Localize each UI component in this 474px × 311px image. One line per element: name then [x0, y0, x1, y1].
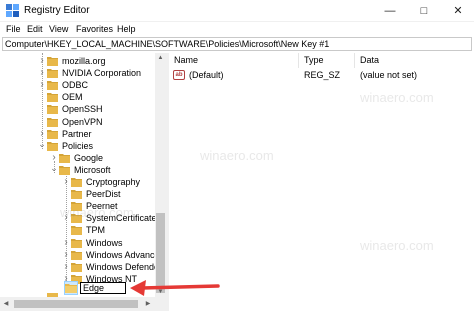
scroll-left-icon[interactable]: ◀	[0, 297, 12, 311]
folder-icon	[47, 69, 58, 79]
key-tree[interactable]: › mozilla.org › NVIDIA Corporation › ODBC OEM O…	[0, 53, 166, 311]
tree-item-label: Windows	[86, 237, 123, 248]
chevron-right-icon[interactable]: ›	[38, 67, 46, 79]
tree-horizontal-scrollbar[interactable]: ◀ ▶	[0, 297, 166, 311]
folder-icon	[59, 165, 70, 175]
folder-icon	[47, 117, 58, 127]
folder-icon	[47, 129, 58, 139]
value-name: (Default)	[189, 70, 224, 80]
column-header-name[interactable]: Name	[169, 53, 299, 68]
folder-icon	[71, 250, 82, 260]
value-type: REG_SZ	[304, 70, 341, 80]
folder-icon	[47, 81, 58, 91]
tree-item-label: Partner	[62, 128, 92, 139]
tree-item-label: Policies	[62, 140, 94, 151]
chevron-right-icon[interactable]: ›	[38, 55, 46, 67]
maximize-button[interactable]: □	[408, 0, 440, 22]
tree-item-label: Google	[74, 152, 104, 163]
menu-file[interactable]: File	[6, 24, 21, 34]
folder-icon	[71, 262, 82, 272]
folder-icon	[47, 141, 58, 151]
menu-bar: File Edit View Favorites Help	[0, 22, 474, 36]
watermark: winaero.com	[200, 148, 274, 163]
ab-string-icon: ab	[173, 70, 185, 80]
value-data: (value not set)	[360, 70, 418, 80]
tree-item-label: OEM	[62, 92, 83, 103]
close-button[interactable]: ✕	[442, 0, 474, 22]
tree-item-label: ODBC	[62, 80, 89, 91]
new-key-folder-icon	[64, 281, 78, 295]
minimize-button[interactable]: —	[374, 0, 406, 22]
folder-icon	[47, 93, 58, 103]
chevron-right-icon[interactable]: ›	[38, 128, 46, 140]
tree-item-label: OpenVPN	[62, 116, 103, 127]
chevron-right-icon[interactable]: ›	[62, 249, 70, 261]
chevron-right-icon[interactable]: ›	[38, 79, 46, 91]
watermark: winaero.com	[360, 238, 434, 253]
title-bar: Registry Editor — □ ✕	[0, 0, 474, 22]
column-header-data[interactable]: Data	[355, 53, 474, 68]
scroll-right-icon[interactable]: ▶	[142, 297, 154, 311]
scroll-up-icon[interactable]: ▲	[155, 53, 166, 63]
folder-icon	[71, 190, 82, 200]
window-title: Registry Editor	[24, 5, 90, 16]
rename-key-input[interactable]: Edge	[80, 282, 126, 294]
tree-item-label: NVIDIA Corporation	[62, 68, 142, 79]
annotation-arrow-icon	[130, 280, 220, 296]
address-bar[interactable]: Computer\HKEY_LOCAL_MACHINE\SOFTWARE\Pol…	[2, 37, 472, 51]
folder-icon	[47, 105, 58, 115]
tree-vertical-scrollbar[interactable]: ▲ ▼	[155, 53, 166, 297]
tree-horizontal-scroll-thumb[interactable]	[14, 300, 138, 308]
chevron-right-icon[interactable]: ›	[62, 261, 70, 273]
watermark: winaero.com	[360, 90, 434, 105]
tree-item-label: Microsoft	[74, 164, 111, 175]
tree-item-label: Cryptography	[86, 177, 141, 187]
column-header-type[interactable]: Type	[299, 53, 355, 68]
registry-editor-icon	[6, 4, 19, 17]
tree-item-label: Windows Advanced	[86, 249, 165, 260]
tree-item-label: mozilla.org	[62, 56, 106, 66]
tree-item-label: PeerDist	[86, 189, 121, 200]
folder-icon	[59, 153, 70, 163]
tree-item-label: TPM	[86, 225, 105, 236]
folder-icon	[71, 226, 82, 236]
chevron-right-icon[interactable]: ›	[50, 152, 58, 164]
watermark: winaero.com	[60, 205, 134, 220]
folder-icon	[71, 178, 82, 187]
value-row[interactable]: ab (Default) REG_SZ (value not set)	[169, 69, 474, 81]
folder-icon	[47, 57, 58, 66]
tree-item-label: Windows Defender	[86, 261, 163, 272]
folder-icon	[71, 238, 82, 248]
menu-edit[interactable]: Edit	[27, 24, 43, 34]
chevron-down-icon[interactable]: ⌄	[38, 139, 46, 152]
chevron-right-icon[interactable]: ›	[62, 176, 70, 188]
menu-favorites[interactable]: Favorites	[76, 24, 113, 34]
menu-view[interactable]: View	[49, 24, 68, 34]
chevron-right-icon[interactable]: ›	[62, 237, 70, 249]
tree-item-label: OpenSSH	[62, 104, 103, 115]
chevron-down-icon[interactable]: ⌄	[50, 163, 58, 176]
menu-help[interactable]: Help	[117, 24, 136, 34]
